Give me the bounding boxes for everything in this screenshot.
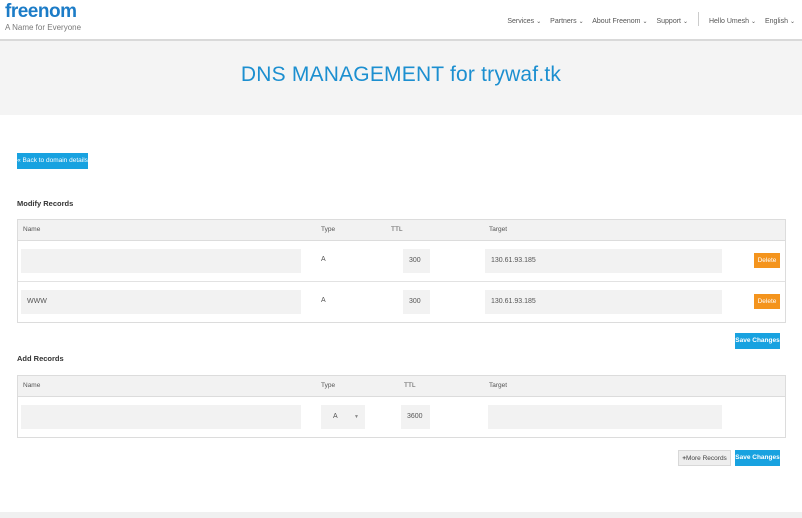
column-header-ttl: TTL: [391, 226, 403, 233]
chevron-down-icon: ⌄: [789, 18, 795, 25]
delete-record-button[interactable]: Delete: [754, 294, 780, 309]
record-type-select[interactable]: A ▼: [321, 405, 365, 429]
record-name-input[interactable]: WWW: [21, 290, 301, 314]
logo-tagline: A Name for Everyone: [5, 23, 82, 32]
freenom-logo[interactable]: freenom A Name for Everyone: [5, 2, 81, 33]
logo-text: freenom: [5, 1, 77, 22]
column-header-ttl: TTL: [404, 382, 416, 389]
column-header-name: Name: [23, 382, 41, 389]
chevron-down-icon: ⌄: [683, 18, 689, 25]
delete-record-button[interactable]: Delete: [754, 253, 780, 268]
more-records-button[interactable]: +More Records: [678, 450, 731, 466]
nav-about[interactable]: About Freenom ⌄: [592, 18, 647, 25]
nav-user-menu[interactable]: Hello Umesh ⌄: [709, 18, 756, 25]
nav-services[interactable]: Services ⌄: [507, 18, 541, 25]
page-title: DNS MANAGEMENT for trywaf.tk: [240, 63, 562, 86]
back-to-domain-button[interactable]: « Back to domain details: [17, 153, 88, 169]
record-ttl-input[interactable]: 300: [403, 290, 430, 314]
nav-divider: [697, 12, 699, 26]
record-name-input[interactable]: [21, 249, 301, 273]
record-type: A: [321, 256, 326, 263]
main-nav: Services ⌄ Partners ⌄ About Freenom ⌄ Suppo…: [507, 12, 802, 28]
record-ttl-input[interactable]: 300: [403, 249, 430, 273]
chevron-down-icon: ⌄: [642, 18, 648, 25]
save-changes-button[interactable]: Save Changes: [735, 333, 780, 349]
footer: [0, 512, 802, 518]
table-header: Name Type TTL Target: [18, 376, 785, 397]
nav-support[interactable]: Support ⌄: [656, 18, 688, 25]
chevron-down-icon: ⌄: [536, 18, 542, 25]
new-record-target-input[interactable]: [488, 405, 722, 429]
table-row: A ▼ 3600: [18, 397, 785, 437]
column-header-target: Target: [489, 382, 508, 389]
column-header-target: Target: [489, 226, 508, 233]
record-type: A: [321, 297, 326, 304]
table-row: A 300 130.61.93.185 Delete: [18, 241, 785, 282]
table-row: WWW A 300 130.61.93.185 Delete: [18, 282, 785, 322]
add-records-table: Name Type TTL Target A ▼ 3600: [17, 375, 786, 438]
column-header-type: Type: [321, 382, 336, 389]
new-record-ttl-input[interactable]: 3600: [401, 405, 430, 429]
modify-records-table: Name Type TTL Target A 300 130.61.93.185…: [17, 219, 786, 323]
new-record-name-input[interactable]: [21, 405, 301, 429]
table-header: Name Type TTL Target: [18, 220, 785, 241]
top-navbar: freenom A Name for Everyone Services ⌄ Pa…: [0, 0, 802, 41]
nav-partners[interactable]: Partners ⌄: [550, 18, 584, 25]
column-header-type: Type: [321, 226, 336, 233]
page-header-banner: DNS MANAGEMENT for trywaf.tk: [0, 41, 802, 115]
chevron-down-icon: ⌄: [578, 18, 584, 25]
chevron-down-icon: ⌄: [751, 18, 757, 25]
record-target-input[interactable]: 130.61.93.185: [485, 249, 722, 273]
record-target-input[interactable]: 130.61.93.185: [485, 290, 722, 314]
add-records-title: Add Records: [17, 354, 64, 363]
column-header-name: Name: [23, 226, 41, 233]
nav-language[interactable]: English ⌄: [765, 18, 795, 25]
save-changes-button[interactable]: Save Changes: [735, 450, 780, 466]
caret-down-icon: ▼: [354, 414, 359, 420]
modify-records-title: Modify Records: [17, 199, 74, 208]
